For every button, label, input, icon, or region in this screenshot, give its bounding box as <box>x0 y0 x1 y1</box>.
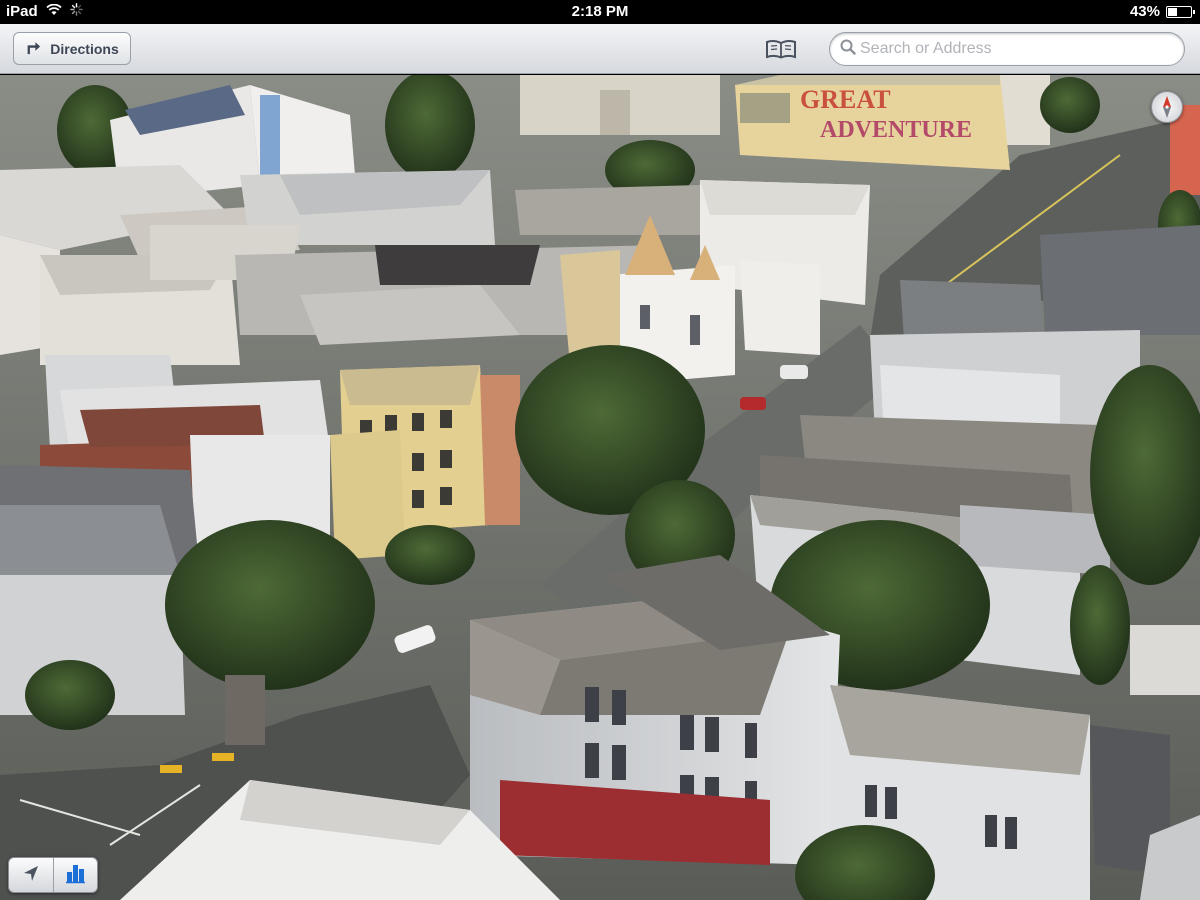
compass-button[interactable] <box>1151 91 1183 123</box>
bookmarks-icon <box>764 39 798 64</box>
3d-view-button[interactable] <box>52 858 98 892</box>
map-view[interactable]: GREAT ADVENTURE <box>0 75 1200 900</box>
flyover-imagery: GREAT ADVENTURE <box>0 75 1200 900</box>
svg-text:ADVENTURE: ADVENTURE <box>820 117 972 143</box>
magnifier-icon <box>840 39 856 60</box>
turn-arrow-icon <box>25 39 42 59</box>
battery-percent: 43% <box>1129 3 1160 20</box>
location-arrow-icon <box>20 862 42 889</box>
3d-buildings-icon <box>64 862 86 889</box>
map-controls <box>8 857 98 893</box>
status-bar: iPad 2:18 PM 43% <box>0 0 1200 24</box>
battery-fill <box>1168 7 1178 16</box>
search-input[interactable] <box>860 40 1180 58</box>
clock: 2:18 PM <box>571 3 629 20</box>
directions-label: Directions <box>50 40 119 57</box>
battery-icon <box>1166 5 1195 18</box>
search-field[interactable] <box>829 32 1185 66</box>
directions-button[interactable]: Directions <box>13 32 131 65</box>
mural-lettering: GREAT <box>800 85 891 114</box>
current-location-button[interactable] <box>9 858 53 892</box>
bookmarks-button[interactable] <box>764 38 798 60</box>
compass-icon <box>1152 96 1182 126</box>
maps-toolbar: Directions <box>0 24 1200 74</box>
